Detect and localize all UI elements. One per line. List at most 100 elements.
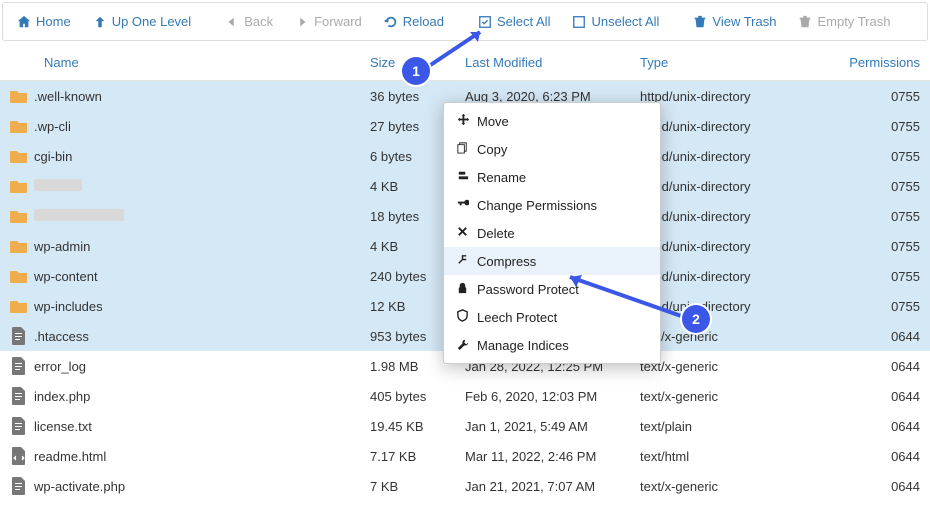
file-modified: Jan 21, 2021, 7:07 AM [465,479,640,494]
file-permissions: 0755 [795,89,930,104]
ctx-manage-indices[interactable]: Manage Indices [444,331,660,359]
ctx-label: Move [477,114,509,129]
file-permissions: 0644 [795,389,930,404]
file-type: httpd/unix-directory [640,149,795,164]
file-name-redacted [34,179,82,191]
file-size: 7.17 KB [370,449,465,464]
file-name: wp-includes [34,299,103,314]
trash-icon [798,15,812,29]
file-permissions: 0755 [795,299,930,314]
file-modified: Jan 1, 2021, 5:49 AM [465,419,640,434]
col-type[interactable]: Type [640,55,795,70]
back-button[interactable]: Back [215,9,283,34]
file-permissions: 0755 [795,179,930,194]
table-row[interactable]: license.txt 19.45 KBJan 1, 2021, 5:49 AMt… [0,411,930,441]
ctx-change-permissions[interactable]: Change Permissions [444,191,660,219]
file-permissions: 0755 [795,239,930,254]
view-trash-button[interactable]: View Trash [683,9,786,34]
file-type: httpd/unix-directory [640,179,795,194]
file-name: cgi-bin [34,149,72,164]
file-type: httpd/unix-directory [640,239,795,254]
unselect-all-button[interactable]: Unselect All [562,9,669,34]
up-one-level-button[interactable]: Up One Level [83,9,202,34]
perm-icon [456,197,469,213]
back-arrow-icon [225,15,239,29]
forward-arrow-icon [295,15,309,29]
forward-button[interactable]: Forward [285,9,372,34]
html-icon [0,447,28,465]
ctx-label: Change Permissions [477,198,597,213]
folder-icon [0,178,28,194]
annotation-arrow-1 [418,24,498,76]
ctx-copy[interactable]: Copy [444,135,660,163]
rename-icon [456,169,469,185]
folder-icon [0,88,28,104]
select-all-label: Select All [497,14,550,29]
folder-icon [0,238,28,254]
unselect-all-icon [572,15,586,29]
file-permissions: 0755 [795,209,930,224]
file-name: index.php [34,389,90,404]
folder-icon [0,298,28,314]
home-label: Home [36,14,71,29]
wrench-icon [456,337,469,353]
annotation-arrow-2 [556,269,696,329]
up-arrow-icon [93,15,107,29]
file-type: text/x-generic [640,479,795,494]
file-type: httpd/unix-directory [640,209,795,224]
file-name: wp-activate.php [34,479,125,494]
file-permissions: 0755 [795,119,930,134]
file-name: error_log [34,359,86,374]
file-permissions: 0644 [795,479,930,494]
folder-icon [0,208,28,224]
folder-icon [0,118,28,134]
view-trash-label: View Trash [712,14,776,29]
move-icon [456,113,469,129]
col-permissions[interactable]: Permissions [795,55,930,70]
table-row[interactable]: readme.html7.17 KBMar 11, 2022, 2:46 PMt… [0,441,930,471]
file-icon [0,477,28,495]
file-name-redacted [34,209,124,221]
annotation-badge-1: 1 [402,57,430,85]
file-type: text/html [640,449,795,464]
ctx-label: Copy [477,142,507,157]
empty-trash-label: Empty Trash [817,14,890,29]
file-type: text/x-generic [640,329,795,344]
file-name: .htaccess [34,329,89,344]
file-icon [0,357,28,375]
file-type: httpd/unix-directory [640,89,795,104]
file-permissions: 0755 [795,149,930,164]
file-name: license.txt [34,419,92,434]
forward-label: Forward [314,14,362,29]
table-row[interactable]: index.php405 bytesFeb 6, 2020, 12:03 PMt… [0,381,930,411]
home-icon [17,15,31,29]
table-row[interactable]: wp-activate.php7 KBJan 21, 2021, 7:07 AM… [0,471,930,501]
ctx-move[interactable]: Move [444,107,660,135]
ctx-label: Compress [477,254,536,269]
home-button[interactable]: Home [7,9,81,34]
shield-icon [456,309,469,325]
file-name: .well-known [34,89,102,104]
file-size: 19.45 KB [370,419,465,434]
file-permissions: 0644 [795,329,930,344]
ctx-label: Rename [477,170,526,185]
ctx-label: Manage Indices [477,338,569,353]
file-size: 405 bytes [370,389,465,404]
trash-icon [693,15,707,29]
ctx-label: Leech Protect [477,310,557,325]
compress-icon [456,253,469,269]
ctx-rename[interactable]: Rename [444,163,660,191]
file-name: wp-content [34,269,98,284]
file-icon [0,417,28,435]
file-type: httpd/unix-directory [640,119,795,134]
ctx-delete[interactable]: Delete [444,219,660,247]
back-label: Back [244,14,273,29]
copy-icon [456,141,469,157]
delete-icon [456,225,469,241]
empty-trash-button[interactable]: Empty Trash [788,9,900,34]
file-modified: Feb 6, 2020, 12:03 PM [465,389,640,404]
up-label: Up One Level [112,14,192,29]
col-name[interactable]: Name [0,55,370,70]
ctx-label: Delete [477,226,515,241]
file-type: text/plain [640,419,795,434]
